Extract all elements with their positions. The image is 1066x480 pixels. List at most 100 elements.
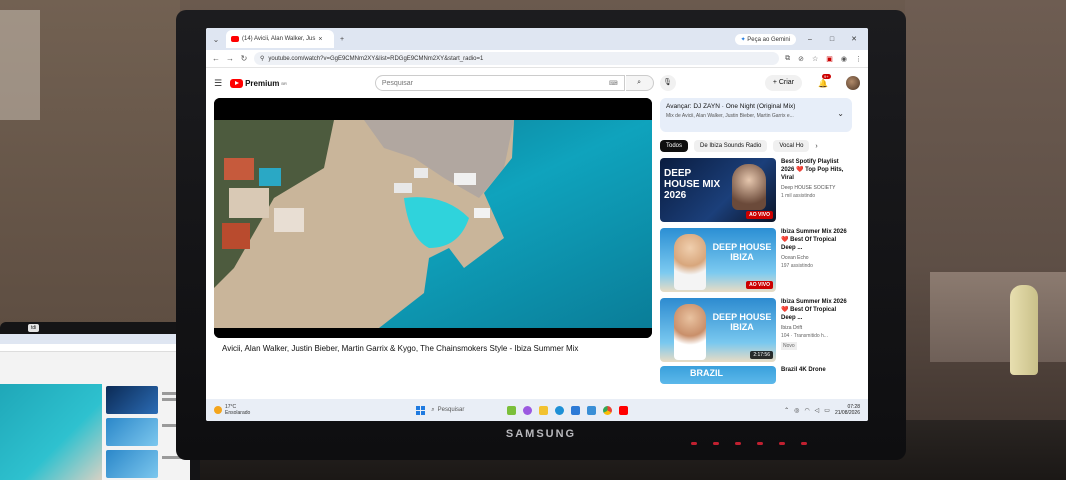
gemini-button[interactable]: ✦ Peça ao Gemini xyxy=(734,33,796,45)
more-menu-icon[interactable]: ⋮ xyxy=(855,55,862,63)
recommendation-meta: 104 · Transmitido h... xyxy=(781,333,828,339)
tray-app-icon[interactable]: ◎ xyxy=(794,407,799,414)
thumbnail-text: BRAZIL xyxy=(690,368,723,378)
second-video-player xyxy=(0,384,102,480)
live-badge: AO VIVO xyxy=(746,281,773,289)
recommendation-meta: 1 mil assistindo xyxy=(781,193,816,199)
list-item[interactable]: DEEP HOUSE IBIZA 2:17:56 Ibiza Summer Mi… xyxy=(660,298,852,362)
up-next-subtitle: Mix de Avicii, Alan Walker, Justin Biebe… xyxy=(666,113,794,119)
recommendation-channel: Deep HOUSE SOCIETY xyxy=(781,185,836,191)
chip-todos[interactable]: Todos xyxy=(660,140,689,152)
thumbnail-ibiza-1[interactable]: DEEP HOUSE IBIZA AO VIVO xyxy=(660,228,776,292)
new-badge: Novo xyxy=(781,342,797,350)
youtube-header: ☰ Premium BR ⌨ ⌕ 🎙 + Criar 🔔 9+ xyxy=(206,68,868,98)
keyboard-icon[interactable]: ⌨ xyxy=(609,80,618,87)
avatar[interactable] xyxy=(846,76,860,90)
weather-text: Ensolarado xyxy=(225,410,251,416)
site-info-icon[interactable]: ⚲ xyxy=(260,55,264,62)
youtube-app-icon[interactable] xyxy=(619,405,629,415)
chevron-up-icon[interactable]: ⌃ xyxy=(784,407,789,414)
profile-icon[interactable]: ◉ xyxy=(841,55,847,63)
gemini-icon: ✦ xyxy=(740,36,746,43)
browser-tab[interactable]: (14) Avicii, Alan Walker, Jus × xyxy=(226,30,334,48)
wifi-icon[interactable]: ◠ xyxy=(804,407,809,414)
bookmark-star-icon[interactable]: ☆ xyxy=(812,55,818,63)
thumbnail-brazil[interactable]: BRAZIL xyxy=(660,366,776,384)
hide-icon[interactable]: ⊘ xyxy=(798,55,804,63)
store-app-icon[interactable] xyxy=(571,405,581,415)
second-monitor-screen xyxy=(0,334,190,480)
live-badge: AO VIVO xyxy=(746,211,773,219)
new-tab-button[interactable]: + xyxy=(340,36,344,43)
secondary-column: Avançar: DJ ZAYN · One Night (Original M… xyxy=(660,98,852,384)
man-figure xyxy=(674,304,706,360)
clock-date: 21/08/2026 xyxy=(834,410,860,416)
search-input[interactable] xyxy=(374,75,625,91)
list-item[interactable]: DEEP HOUSE IBIZA AO VIVO Ibiza Summer Mi… xyxy=(660,228,852,292)
search-icon: ⌕ xyxy=(431,406,435,413)
second-tabbar xyxy=(0,334,190,344)
copilot-app-icon[interactable] xyxy=(523,405,533,415)
list-item[interactable]: BRAZIL Brazil 4K Drone xyxy=(660,366,852,384)
letterbox-top xyxy=(214,98,652,120)
chevron-down-icon[interactable]: ⌄ xyxy=(837,109,844,118)
duration-badge: 2:17:56 xyxy=(750,351,773,359)
chip-vocal-house[interactable]: Vocal Ho xyxy=(773,140,810,152)
monitor-led xyxy=(779,442,785,445)
chip-ibiza-sounds[interactable]: De Ibiza Sounds Radio xyxy=(694,140,768,152)
taskbar-search[interactable]: ⌕ Pesquisar xyxy=(431,407,501,414)
edge-browser-icon[interactable] xyxy=(555,405,565,415)
tab-close-icon[interactable]: × xyxy=(318,36,322,43)
windows-start-icon[interactable] xyxy=(416,405,426,415)
system-tray: ⌃ ◎ ◠ ◁ ▭ 07:28 21/08/2026 xyxy=(784,404,860,416)
file-explorer-icon[interactable] xyxy=(539,405,549,415)
battery-icon[interactable]: ▭ xyxy=(824,407,830,414)
minimize-icon[interactable]: – xyxy=(802,36,818,43)
monitor-led xyxy=(757,442,763,445)
hamburger-menu-icon[interactable]: ☰ xyxy=(214,78,222,89)
list-item[interactable]: DEEP HOUSE MIX 2026 AO VIVO Best Spotify… xyxy=(660,158,852,222)
taskbar-apps xyxy=(507,405,629,415)
mail-app-icon[interactable] xyxy=(587,405,597,415)
microphone-icon[interactable]: 🎙 xyxy=(659,75,676,91)
monitor-led xyxy=(691,442,697,445)
recommendation-info: Best Spotify Playlist 2026 ❤️ Top Pop Hi… xyxy=(781,158,852,222)
url-field[interactable]: ⚲ youtube.com/watch?v=GgE9CMNm2XY&list=R… xyxy=(254,52,780,65)
youtube-play-icon xyxy=(230,78,244,88)
maximize-icon[interactable]: □ xyxy=(824,36,840,43)
second-monitor: tdi xyxy=(0,322,200,480)
forward-icon[interactable]: → xyxy=(226,54,234,63)
thumbnail-text: DEEP HOUSE IBIZA xyxy=(712,312,772,332)
volume-icon[interactable]: ◁ xyxy=(815,407,820,414)
chrome-browser-icon[interactable] xyxy=(603,405,613,415)
youtube-logo[interactable]: Premium BR xyxy=(230,78,287,88)
widgets-app-icon[interactable] xyxy=(507,405,517,415)
up-next-card[interactable]: Avançar: DJ ZAYN · One Night (Original M… xyxy=(660,98,852,132)
install-icon[interactable]: ⧉ xyxy=(785,55,790,63)
search-button[interactable]: ⌕ xyxy=(625,75,654,91)
video-title[interactable]: Avicii, Alan Walker, Justin Bieber, Mart… xyxy=(214,344,652,353)
chevron-right-icon[interactable]: › xyxy=(815,143,817,150)
back-icon[interactable]: ← xyxy=(212,54,220,63)
weather-widget[interactable]: 17°C Ensolarado xyxy=(214,404,250,416)
create-button[interactable]: + Criar xyxy=(764,75,803,91)
monitor-led xyxy=(735,442,741,445)
thumbnail-deep-house[interactable]: DEEP HOUSE MIX 2026 AO VIVO xyxy=(660,158,776,222)
close-window-icon[interactable]: ✕ xyxy=(846,35,862,43)
monitor-buttons xyxy=(691,432,823,450)
second-addressbar xyxy=(0,344,190,352)
url-text: youtube.com/watch?v=GgE9CMNm2XY&list=RDG… xyxy=(268,55,484,62)
letterbox-bottom xyxy=(214,328,652,338)
tab-search-icon[interactable]: ⌄ xyxy=(212,35,220,44)
extension-icon[interactable]: ▣ xyxy=(826,55,833,63)
video-player[interactable] xyxy=(214,98,652,338)
address-actions: ⧉ ⊘ ☆ ▣ ◉ ⋮ xyxy=(785,55,862,63)
recommendation-info: Ibiza Summer Mix 2026 ❤️ Best Of Tropica… xyxy=(781,298,852,362)
paper-on-wall xyxy=(0,10,40,120)
reload-icon[interactable]: ↻ xyxy=(240,54,248,63)
thumbnail-ibiza-2[interactable]: DEEP HOUSE IBIZA 2:17:56 xyxy=(660,298,776,362)
recommendation-title: Ibiza Summer Mix 2026 ❤️ Best Of Tropica… xyxy=(781,299,847,321)
recommendation-channel: Ibiza Drift xyxy=(781,325,803,331)
notifications-bell-icon[interactable]: 🔔 9+ xyxy=(818,73,831,88)
clock[interactable]: 07:28 21/08/2026 xyxy=(835,404,860,416)
